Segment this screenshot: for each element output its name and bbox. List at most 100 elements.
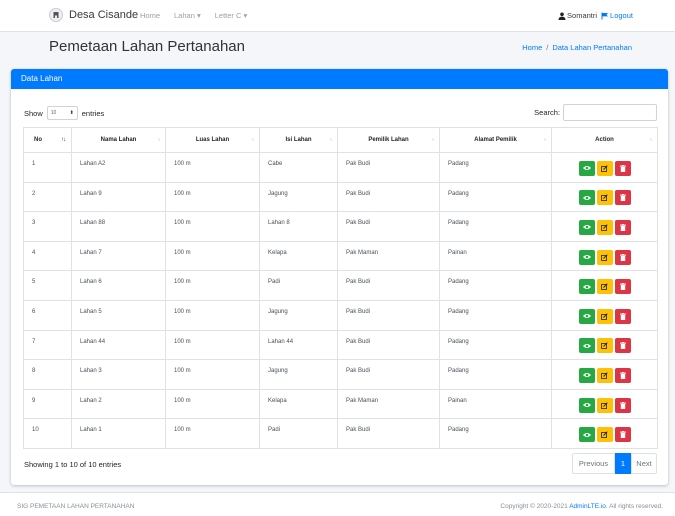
view-button[interactable]	[578, 427, 595, 443]
cell-no: 8	[23, 359, 72, 390]
col-header-alamat-pemilik[interactable]: Alamat Pemilik ↑↓	[439, 127, 552, 153]
action-buttons	[552, 159, 657, 176]
edit-icon	[601, 431, 608, 439]
footer: SIG PEMETAAN LAHAN PERTANAHAN Copyright …	[0, 492, 675, 516]
edit-icon	[601, 165, 608, 172]
delete-button[interactable]	[614, 338, 631, 354]
action-buttons	[552, 307, 657, 324]
col-header-isi-lahan[interactable]: Isi Lahan ↑↓	[259, 127, 338, 153]
cell-luas-lahan: 100 m	[165, 388, 260, 420]
cell-pemilik-lahan: Pak Budi	[337, 299, 440, 331]
nav-right: Somantri Logout	[558, 11, 633, 20]
delete-button[interactable]	[614, 279, 631, 295]
table-row: 5 Lahan 6 100 m Padi Pak Budi Padang	[23, 270, 658, 301]
edit-icon	[601, 253, 608, 261]
cell-alamat-pemilik: Padang	[439, 418, 552, 449]
trash-icon	[619, 312, 626, 320]
eye-icon	[582, 372, 591, 378]
search-input[interactable]	[563, 104, 657, 121]
length-control: Show 10 ⬍ entries	[24, 106, 104, 120]
view-button[interactable]	[578, 338, 595, 354]
cell-alamat-pemilik: Padang	[439, 152, 552, 183]
eye-icon	[582, 313, 591, 319]
view-button[interactable]	[578, 308, 595, 324]
cell-nama-lahan: Lahan 88	[71, 211, 166, 242]
edit-button[interactable]	[596, 249, 613, 265]
view-button[interactable]	[578, 160, 595, 176]
footer-copyright: Copyright © 2020-2021 AdminLTE.io. All r…	[500, 503, 663, 510]
action-buttons	[552, 218, 657, 235]
cell-pemilik-lahan: Pak Maman	[337, 240, 440, 272]
sort-icon: ↑↓	[431, 137, 435, 143]
cell-nama-lahan: Lahan 2	[71, 388, 166, 420]
delete-button[interactable]	[614, 190, 631, 206]
show-label: Show	[24, 108, 43, 118]
delete-button[interactable]	[614, 397, 631, 413]
edit-button[interactable]	[596, 279, 613, 295]
eye-icon	[582, 432, 591, 438]
edit-button[interactable]	[596, 397, 613, 413]
breadcrumb-home[interactable]: Home	[522, 43, 542, 52]
edit-button[interactable]	[596, 367, 613, 383]
col-header-action[interactable]: Action ↑↓	[551, 127, 658, 153]
pagination-page-1[interactable]: 1	[615, 453, 631, 474]
eye-icon	[582, 402, 591, 408]
delete-button[interactable]	[614, 367, 631, 383]
view-button[interactable]	[578, 279, 595, 295]
trash-icon	[619, 283, 626, 291]
view-button[interactable]	[578, 397, 595, 413]
cell-luas-lahan: 100 m	[165, 359, 260, 390]
col-header-pemilik-lahan[interactable]: Pemilik Lahan ↑↓	[337, 127, 440, 153]
cell-isi-lahan: Jagung	[259, 181, 338, 213]
edit-button[interactable]	[596, 427, 613, 443]
logout-link[interactable]: Logout	[601, 11, 633, 20]
delete-button[interactable]	[614, 427, 631, 443]
delete-button[interactable]	[614, 160, 631, 176]
cell-nama-lahan: Lahan A2	[71, 152, 166, 183]
delete-button[interactable]	[614, 249, 631, 265]
table-body: 1 Lahan A2 100 m Cabe Pak Budi Padang 2 Lahan 9…	[23, 152, 658, 449]
copyright-suffix: . All rights reserved.	[605, 503, 663, 510]
pagination-next[interactable]: Next	[631, 453, 657, 474]
edit-icon	[601, 224, 608, 231]
cell-alamat-pemilik: Padang	[439, 299, 552, 331]
user-menu[interactable]: Somantri	[558, 11, 597, 20]
col-header-no[interactable]: No ↑↓	[23, 127, 72, 153]
breadcrumb-current[interactable]: Data Lahan Pertanahan	[552, 43, 632, 52]
edit-icon	[601, 342, 608, 350]
trash-icon	[619, 371, 626, 379]
user-icon	[558, 12, 566, 20]
pagination-previous[interactable]: Previous	[572, 453, 615, 474]
col-header-luas-lahan[interactable]: Luas Lahan ↑↓	[165, 127, 260, 153]
footer-link[interactable]: AdminLTE.io	[569, 503, 606, 510]
edit-button[interactable]	[596, 190, 613, 206]
nav-link-letter-c[interactable]: Letter C ▾	[215, 11, 248, 20]
brand[interactable]: Desa Cisande	[49, 8, 138, 22]
nav-link-home[interactable]: Home	[140, 11, 160, 20]
edit-button[interactable]	[596, 308, 613, 324]
edit-icon	[601, 372, 608, 379]
col-header-nama-lahan[interactable]: Nama Lahan ↑↓	[71, 127, 166, 153]
cell-pemilik-lahan: Pak Budi	[337, 211, 440, 242]
sort-icon: ↑↓	[157, 137, 161, 143]
edit-button[interactable]	[596, 160, 613, 176]
table-row: 10 Lahan 1 100 m Padi Pak Budi Padang	[23, 418, 658, 449]
delete-button[interactable]	[614, 308, 631, 324]
entries-length-select[interactable]: 10 ⬍	[46, 106, 78, 120]
cell-no: 1	[23, 152, 72, 183]
view-button[interactable]	[578, 249, 595, 265]
cell-alamat-pemilik: Padang	[439, 359, 552, 390]
cell-pemilik-lahan: Pak Budi	[337, 329, 440, 361]
view-button[interactable]	[578, 190, 595, 206]
cell-isi-lahan: Kelapa	[259, 240, 338, 272]
nav-link-lahan[interactable]: Lahan ▾	[174, 11, 201, 20]
edit-button[interactable]	[596, 219, 613, 235]
edit-button[interactable]	[596, 338, 613, 354]
table-row: 9 Lahan 2 100 m Kelapa Pak Maman Painan	[23, 388, 658, 420]
action-buttons	[552, 425, 657, 443]
view-button[interactable]	[578, 367, 595, 383]
cell-action	[551, 181, 658, 213]
cell-no: 2	[23, 181, 72, 213]
delete-button[interactable]	[614, 219, 631, 235]
view-button[interactable]	[578, 219, 595, 235]
